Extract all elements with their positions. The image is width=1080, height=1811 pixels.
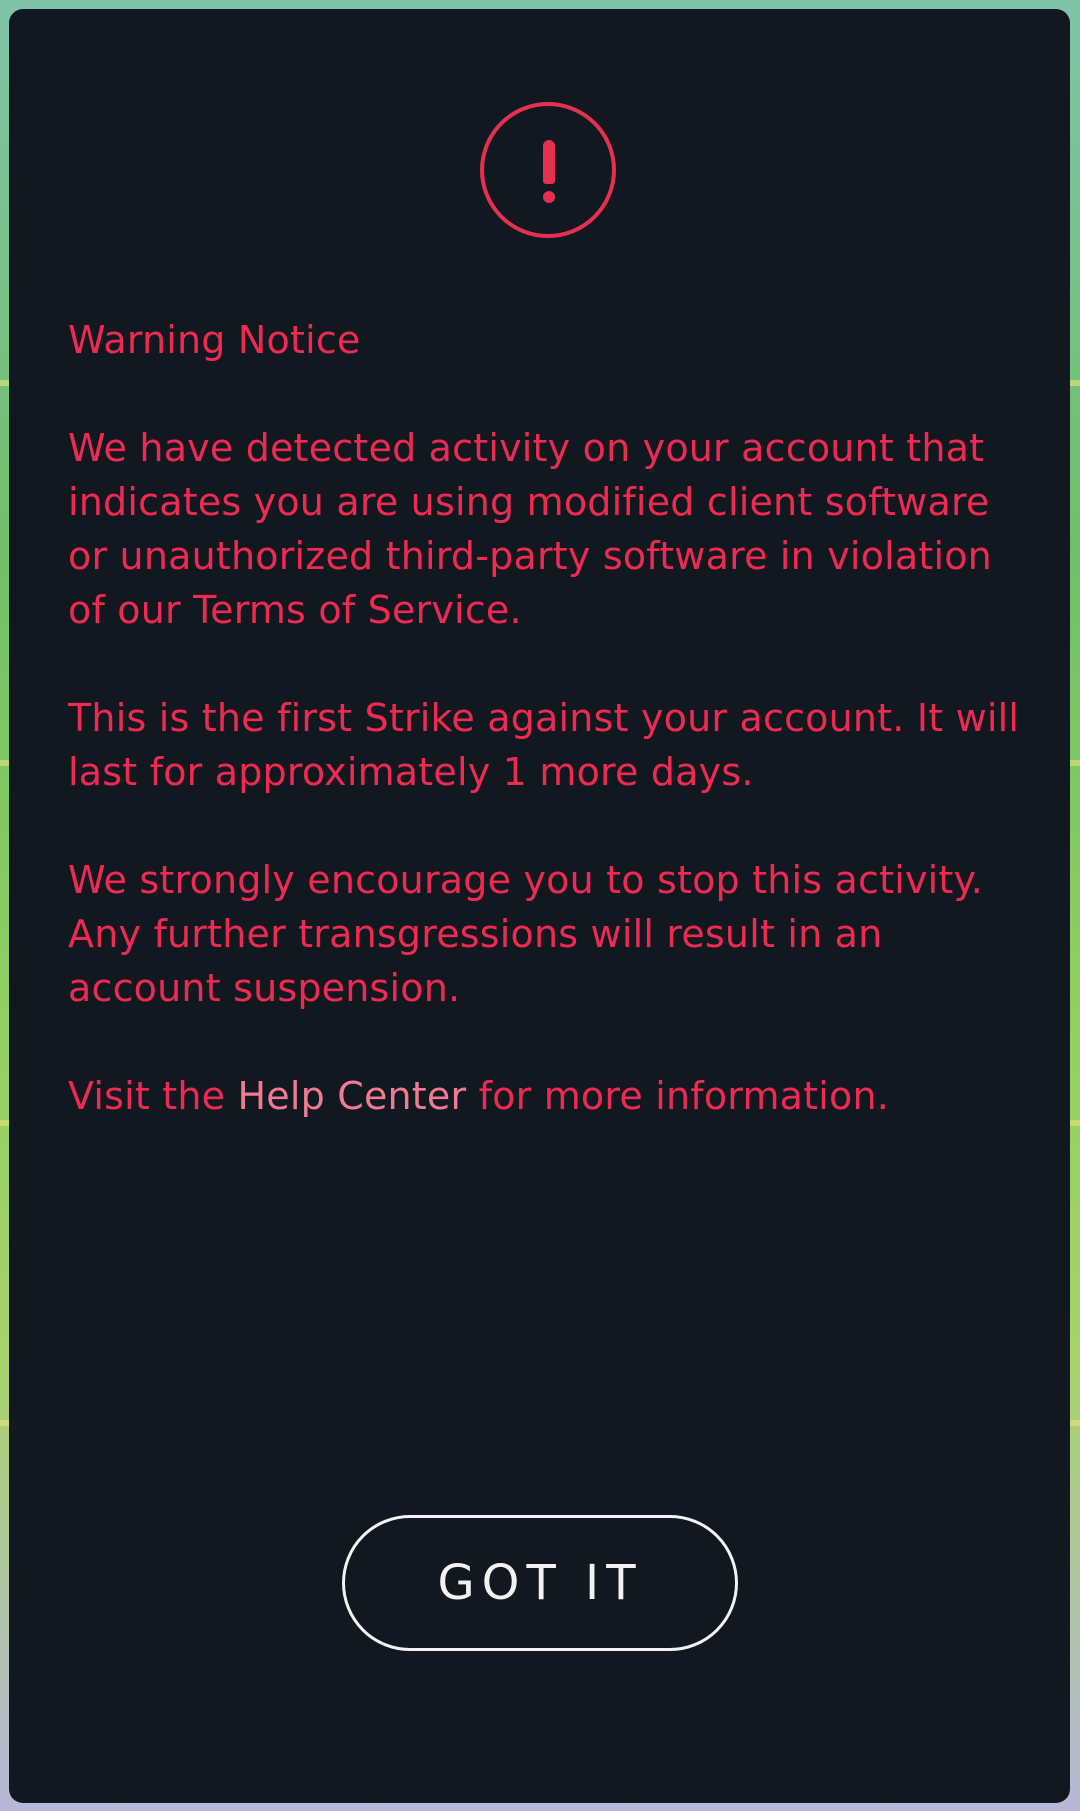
exclamation-dot bbox=[543, 191, 555, 203]
dialog-body: Warning Notice We have detected activity… bbox=[68, 313, 1028, 1123]
help-suffix: for more information. bbox=[466, 1074, 890, 1118]
help-paragraph: Visit the Help Center for more informati… bbox=[68, 1069, 1028, 1123]
strike-paragraph: This is the first Strike against your ac… bbox=[68, 696, 1020, 794]
dialog-title: Warning Notice bbox=[68, 318, 361, 362]
encourage-paragraph: We strongly encourage you to stop this a… bbox=[68, 858, 984, 1010]
help-prefix: Visit the bbox=[68, 1074, 238, 1118]
terms-of-service-link[interactable]: Terms of Service bbox=[193, 588, 509, 632]
exclamation-bar bbox=[543, 140, 555, 184]
exclamation-circle-icon bbox=[480, 102, 616, 238]
violation-paragraph: We have detected activity on your accoun… bbox=[68, 421, 1028, 637]
got-it-button[interactable]: GOT IT bbox=[342, 1515, 738, 1651]
violation-suffix: . bbox=[509, 588, 522, 632]
warning-dialog: Warning Notice We have detected activity… bbox=[9, 9, 1070, 1803]
help-center-link[interactable]: Help Center bbox=[238, 1074, 467, 1118]
